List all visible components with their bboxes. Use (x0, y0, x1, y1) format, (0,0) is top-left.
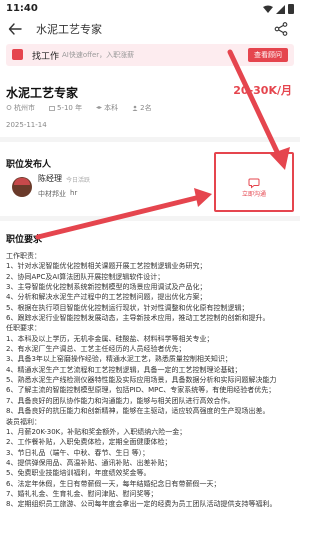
description-line: 5、熟悉水泥生产线检测仪器特性能及实际应用场景，具备数据分析和实际问题解决能力 (6, 376, 277, 385)
description-line: 7、婚礼礼金、生育礼金、慰问津贴、慰问奖等； (6, 489, 158, 498)
description-line: 任职要求： (6, 324, 41, 333)
avatar-hat (14, 178, 30, 185)
description-line: 3、具备3年以上窑磨操作经验，精通水泥工艺，熟悉质量控制相关知识； (6, 355, 232, 364)
description-line: 5、免费职业技能培训福利，年度绩效奖金等。 (6, 469, 151, 478)
share-icon[interactable] (274, 22, 288, 36)
nav-bar: 水泥工艺专家 (0, 18, 300, 40)
description-line: 1、针对水泥智能优化控制相关课题开展工艺控制逻辑业务研究； (6, 262, 207, 271)
battery-icon (288, 4, 294, 14)
banner-title: 找工作 (32, 52, 60, 62)
description-line: 装员福利： (6, 417, 41, 426)
description-line: 1、本科及以上学历，无机非金属、硅酸盐、材料科学等相关专业； (6, 334, 214, 343)
description-line: 6、法定年休假，生日有带薪假一天，每年结婚纪念日有带薪假一天； (6, 479, 221, 488)
job-search-banner[interactable]: 找工作 AI快速offer，入职涨薪 查看顾问 (6, 44, 294, 66)
requirements-heading: 职位要求 (6, 235, 43, 245)
description-line: 2、协同APC及AI算法团队开展控制逻辑软件设计； (6, 272, 165, 281)
wifi-icon (263, 5, 273, 13)
location-pin-icon (6, 105, 12, 110)
description-line: 6、了解主流的智能控制模型原理，包括PID、MPC、专家系统等，有使用经验者优先… (6, 386, 276, 395)
signal-icon (276, 4, 285, 14)
contact-role: hr (70, 189, 78, 197)
page-title: 水泥工艺专家 (36, 23, 102, 36)
description-line: 5、根据在执行项目智能优化控制运行现状，针对性调整和优化原有控制逻辑； (6, 303, 249, 312)
description-line: 2、工作餐补贴，入职免费体检，定期全面健康体检； (6, 438, 172, 447)
description-line: 4、精通水泥生产工艺流程和工艺控制逻辑，具备一定的工艺控制理论基础； (6, 365, 242, 374)
publisher-heading: 职位发布人 (6, 160, 52, 170)
divider (0, 216, 300, 221)
job-meta: 杭州市 5-10 年 本科 2名 (6, 103, 166, 113)
status-bar: 11:40 (0, 0, 300, 18)
experience-item: 5-10 年 (49, 103, 82, 113)
location-item: 杭州市 (6, 103, 35, 113)
highlight-box (214, 152, 294, 212)
description-line: 7、具备良好的团队协作能力和沟通能力，能够与相关团队进行高效合作。 (6, 396, 235, 405)
contact-status: 今日活跃 (66, 177, 91, 184)
briefcase-icon (49, 106, 55, 111)
description-line: 4、提供弹保用品、高温补贴、通讯补贴、出差补贴； (6, 458, 172, 467)
bottom-arrow-head (194, 188, 212, 207)
status-time: 11:40 (6, 3, 38, 14)
description-line: 3、节日礼品（端午、中秋、春节、生日 等）； (6, 448, 150, 457)
salary: 20-30K/月 (233, 84, 292, 97)
experience-text: 5-10 年 (57, 104, 83, 112)
description-line: 8、定期组织员工旅游、公司每年度会拿出一定的经费为员工团队活动提供支持等福利。 (6, 500, 277, 509)
status-icons (263, 4, 294, 14)
contact-name: 陈经理 (38, 174, 62, 183)
back-arrow-icon[interactable] (8, 22, 22, 36)
education-item: 本科 (96, 103, 118, 113)
description-line: 3、主导智能优化控制系统新控制模型的场景应用调试及产品化； (6, 283, 207, 292)
description-line: 1、月薪20K-30K，补贴和奖金额外，入职绩纳六险一金； (6, 427, 187, 436)
company-name: 中材邦业 (38, 190, 66, 198)
description-line: 6、跟踪水泥行业智能控制发展动态，主导新技术应用，推动工艺控制的创新和提升。 (6, 314, 270, 323)
banner-subtitle: AI快速offer，入职涨薪 (62, 51, 135, 59)
description-line: 2、有水泥厂生产调总、工艺主任经历的人员经验者优先； (6, 345, 186, 354)
description-line: 4、分析和解决水泥生产过程中的工艺控制问题，提出优化方案； (6, 293, 207, 302)
view-advisor-button[interactable]: 查看顾问 (248, 48, 288, 62)
divider (0, 137, 300, 142)
job-description: 工作职责： 1、针对水泥智能优化控制相关课题开展工艺控制逻辑业务研究； 2、协同AP… (6, 251, 294, 510)
headcount-text: 2名 (140, 104, 152, 112)
location-text: 杭州市 (14, 104, 35, 112)
graduation-cap-icon (96, 106, 103, 109)
post-date: 2025-11-14 (6, 121, 47, 129)
job-title: 水泥工艺专家 (6, 86, 79, 100)
briefcase-icon (12, 49, 23, 60)
description-line: 8、具备良好的抗压能力和创新精神，能够在主驱动，适应较高强度的生产现场出差。 (6, 407, 270, 416)
education-text: 本科 (104, 104, 119, 112)
description-line: 工作职责： (6, 252, 41, 260)
people-icon (132, 105, 138, 111)
headcount-item: 2名 (132, 103, 152, 113)
